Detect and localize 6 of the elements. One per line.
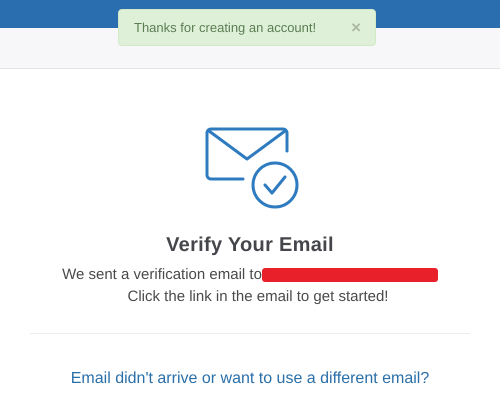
instruction-text: Click the link in the email to get started! — [128, 288, 388, 305]
page-title: Verify Your Email — [166, 234, 334, 257]
sent-message: We sent a verification email to — [62, 266, 262, 283]
help-link[interactable]: Email didn't arrive or want to use a different email? — [70, 370, 430, 388]
toast-message: Thanks for creating an account! — [134, 20, 316, 35]
email-verified-icon — [205, 127, 301, 211]
